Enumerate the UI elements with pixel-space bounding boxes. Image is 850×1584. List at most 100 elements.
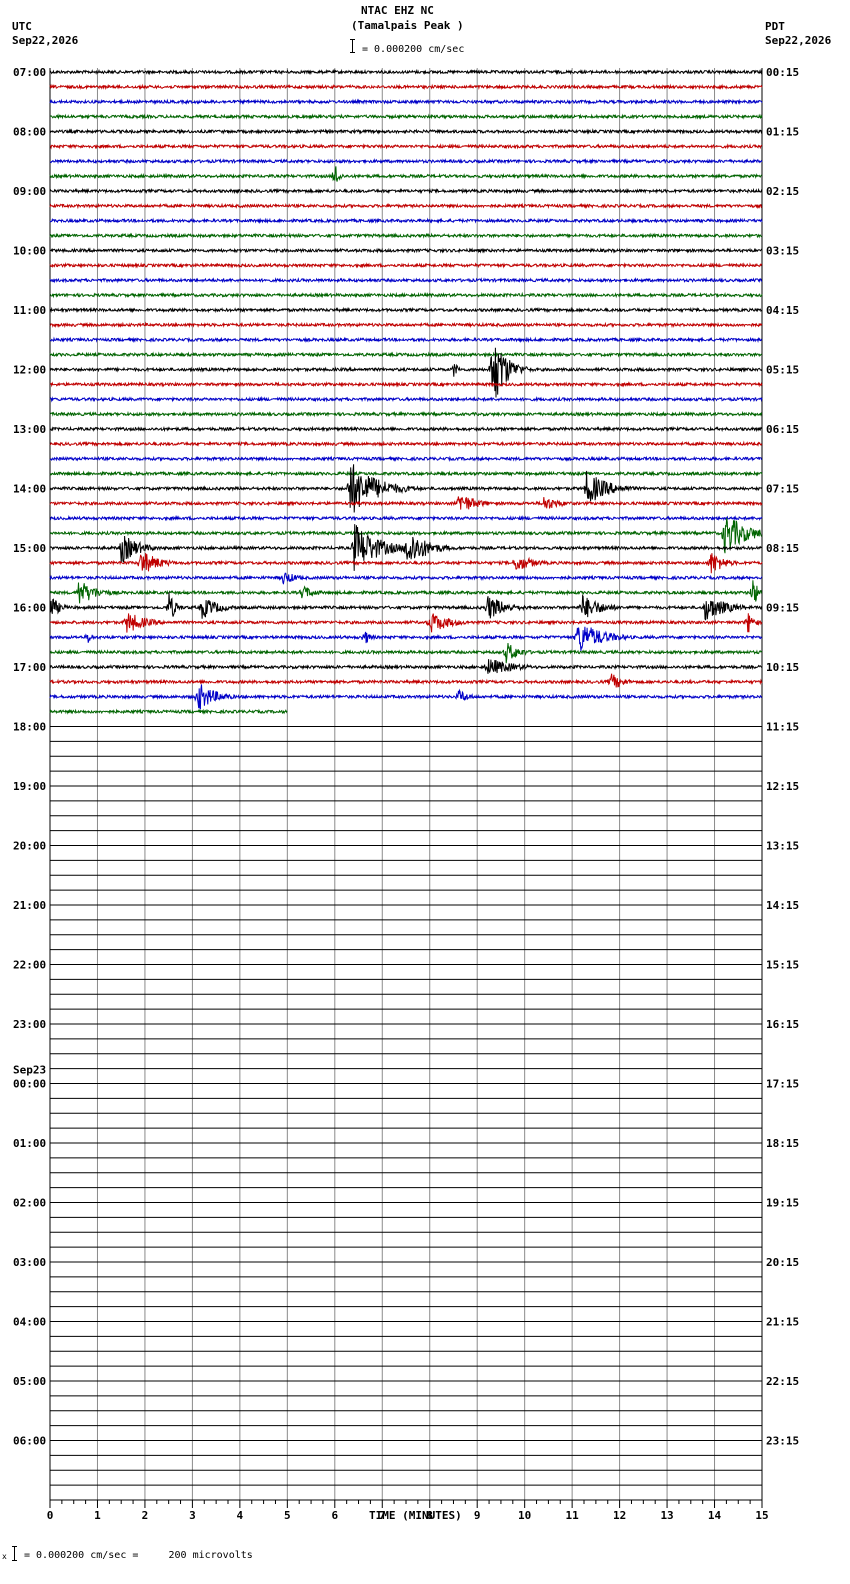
seismic-trace [49,157,763,165]
seismic-trace [49,321,763,329]
x-axis-title: TIME (MINUTES) [369,1509,462,1522]
right-hour-label: 19:15 [766,1197,799,1210]
seismic-trace [49,217,763,225]
x-tick-label: 10 [518,1509,531,1522]
seismic-trace [49,592,763,621]
left-hour-label: 05:00 [13,1375,46,1388]
x-tick-label: 12 [613,1509,626,1522]
left-hour-label: 20:00 [13,840,46,853]
footer-scale-bar [14,1546,15,1560]
trace-layer [49,68,763,1486]
left-hour-label: 19:00 [13,780,46,793]
x-tick-label: 0 [47,1509,54,1522]
left-hour-label: 06:00 [13,1435,46,1448]
left-hour-label: 21:00 [13,899,46,912]
x-tick-label: 9 [474,1509,481,1522]
x-tick-label: 3 [189,1509,196,1522]
seismic-trace [49,496,763,510]
grid-layer [49,68,763,1500]
left-hour-label: 09:00 [13,185,46,198]
left-hour-label: 12:00 [13,364,46,377]
seismic-trace [49,659,763,674]
right-hour-label: 21:15 [766,1316,799,1329]
footer-scale-cap-bottom [12,1560,17,1561]
seismic-trace [49,673,763,688]
footer-scale-text: = 0.000200 cm/sec = 200 microvolts [24,1550,253,1561]
right-hour-label: 03:15 [766,245,799,258]
seismic-trace [49,306,763,314]
right-hour-label: 01:15 [766,126,799,139]
right-hour-label: 02:15 [766,185,799,198]
x-tick-label: 4 [237,1509,244,1522]
seismic-trace [49,464,763,513]
left-hour-label: 18:00 [13,721,46,734]
seismic-trace [49,514,763,522]
right-hour-label: 08:15 [766,542,799,555]
right-hour-label: 11:15 [766,721,799,734]
seismic-trace [49,626,763,651]
seismogram-chart: 0 1 2 3 4 5 6 7 8 9 10 11 12 13 14 15 07:0008:0009:0010… [13,66,799,1522]
seismic-trace [49,262,763,269]
right-hour-label: 00:15 [766,66,799,79]
seismic-trace [49,395,763,403]
right-hour-label: 09:15 [766,602,799,615]
seismic-trace [49,68,763,76]
seismic-trace [49,613,763,633]
seismic-trace [49,83,763,91]
x-tick-label: 13 [660,1509,673,1522]
seismic-trace [49,572,763,585]
left-hour-label: 15:00 [13,542,46,555]
seismic-trace [49,128,763,135]
right-hour-label: 23:15 [766,1435,799,1448]
seismic-trace [49,455,762,462]
x-tick-label: 5 [284,1509,291,1522]
seismic-trace [49,113,763,120]
seismic-trace [49,187,763,195]
seismic-trace [49,247,763,254]
seismic-trace [49,470,763,477]
seismic-trace [49,276,763,284]
seismic-trace [49,708,288,715]
right-hour-label: 15:15 [766,959,799,972]
right-hour-label: 20:15 [766,1256,799,1269]
seismic-trace [49,642,763,664]
x-tick-label: 14 [708,1509,722,1522]
x-tick-label: 11 [566,1509,580,1522]
seismic-trace [49,98,763,106]
left-hour-label: 02:00 [13,1197,46,1210]
right-hour-label: 05:15 [766,364,799,377]
left-hour-label: 01:00 [13,1137,46,1150]
seismic-trace [49,410,763,418]
left-hour-label: 14:00 [13,483,46,496]
right-hour-label: 16:15 [766,1018,799,1031]
seismic-trace [49,202,763,210]
left-hour-label: 03:00 [13,1256,46,1269]
right-hour-label: 18:15 [766,1137,799,1150]
seismic-trace [49,143,763,150]
right-hour-label: 12:15 [766,780,799,793]
right-hour-label: 06:15 [766,423,799,436]
left-hour-label: 16:00 [13,602,46,615]
seismic-trace [49,291,763,299]
seismic-trace [49,425,763,433]
seismic-trace [49,684,763,710]
seismic-trace [49,440,763,448]
left-hour-label: 07:00 [13,66,46,79]
seismic-trace [49,553,763,574]
x-tick-label: 15 [755,1509,768,1522]
left-hour-label: 17:00 [13,661,46,674]
right-hour-label: 14:15 [766,899,799,912]
seismic-trace [49,166,763,182]
right-hour-label: 13:15 [766,840,799,853]
left-hour-label: 22:00 [13,959,46,972]
right-hour-label: 17:15 [766,1078,799,1091]
seismic-trace [49,580,763,604]
footer-scale-cap-top [12,1546,17,1547]
seismic-trace [49,336,763,344]
seismic-trace [49,381,763,388]
x-tick-label: 6 [331,1509,338,1522]
seismic-trace [49,351,763,358]
x-tick-label: 1 [94,1509,101,1522]
left-hour-label: 13:00 [13,423,46,436]
left-hour-label: 00:00 [13,1078,46,1091]
